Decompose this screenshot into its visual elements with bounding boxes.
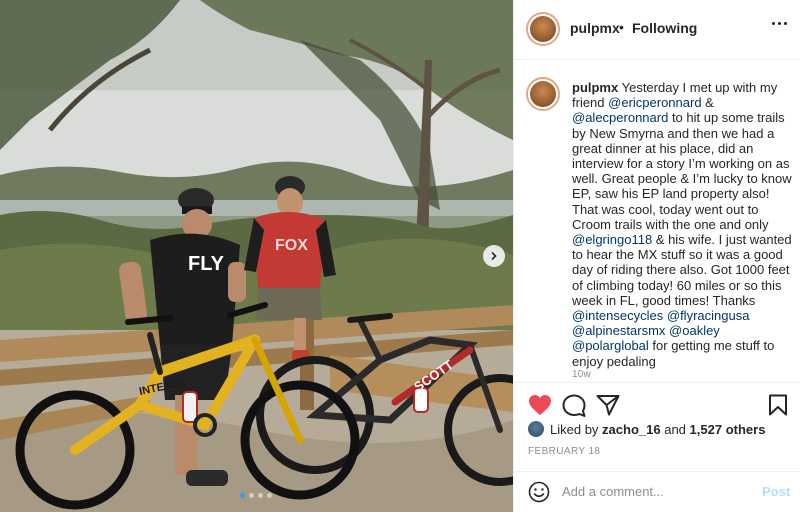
liked-by-prefix: Liked by bbox=[550, 421, 599, 437]
share-icon[interactable] bbox=[596, 394, 620, 416]
caption-segment: & bbox=[701, 95, 714, 111]
carousel-dot bbox=[267, 493, 272, 498]
carousel-dot bbox=[258, 493, 263, 498]
header-separator: • bbox=[619, 19, 624, 35]
photo-scene: FLY FOX SCOTT INTENSE bbox=[0, 0, 513, 512]
post-details-panel: pulpmx • Following pulpmx Yesterday I me… bbox=[513, 0, 800, 512]
carousel-dot bbox=[240, 493, 245, 498]
caption-mention[interactable]: @ericperonnard bbox=[608, 95, 701, 110]
heart-icon[interactable] bbox=[528, 394, 552, 416]
carousel-next-button[interactable] bbox=[483, 245, 505, 267]
shirt-right-text: FOX bbox=[275, 237, 308, 254]
action-section: Liked by zacho_16 and 1,527 others FEBRU… bbox=[514, 382, 800, 512]
carousel-dots bbox=[240, 493, 272, 498]
shirt-left-text: FLY bbox=[188, 253, 225, 275]
carousel-dot bbox=[249, 493, 254, 498]
post-header: pulpmx • Following bbox=[514, 0, 800, 60]
post-date: FEBRUARY 18 bbox=[528, 446, 601, 457]
likes-summary: Liked by zacho_16 and 1,527 others bbox=[528, 421, 765, 437]
bookmark-icon[interactable] bbox=[768, 394, 788, 416]
post-age: 10w bbox=[572, 369, 591, 380]
caption-segment: to hit up some trails by New Smyrna and … bbox=[572, 110, 792, 232]
emoji-icon[interactable] bbox=[528, 481, 550, 503]
caption-mention[interactable]: @alecperonnard bbox=[572, 110, 668, 125]
avatar[interactable] bbox=[526, 12, 560, 46]
caption-avatar[interactable] bbox=[526, 77, 560, 111]
caption-section: pulpmx Yesterday I met up with my friend… bbox=[514, 60, 800, 382]
comment-icon[interactable] bbox=[562, 394, 586, 417]
caption-text: pulpmx Yesterday I met up with my friend… bbox=[572, 80, 794, 369]
caption-username[interactable]: pulpmx bbox=[572, 80, 618, 95]
comment-bar: Add a comment... Post bbox=[514, 471, 800, 512]
caption-mention[interactable]: @elgringo118 bbox=[572, 232, 652, 247]
liked-by-count[interactable]: 1,527 others bbox=[690, 422, 766, 437]
caption-mention[interactable]: @alpinestarsmx bbox=[572, 323, 665, 338]
post-comment-button[interactable]: Post bbox=[762, 484, 790, 499]
caption-mention[interactable]: @intensecycles bbox=[572, 308, 663, 323]
liker-avatar[interactable] bbox=[528, 421, 544, 437]
comment-input[interactable]: Add a comment... bbox=[562, 484, 752, 499]
header-username[interactable]: pulpmx bbox=[570, 20, 620, 36]
caption-mention[interactable]: @oakley bbox=[669, 323, 720, 338]
caption-mention[interactable]: @polarglobal bbox=[572, 338, 649, 353]
caption-mention[interactable]: @flyracingusa bbox=[667, 308, 750, 323]
chevron-right-icon bbox=[491, 251, 497, 261]
more-options-icon[interactable] bbox=[772, 22, 787, 25]
following-button[interactable]: Following bbox=[632, 20, 697, 36]
liked-by-user[interactable]: zacho_16 bbox=[602, 422, 661, 437]
liked-by-and: and bbox=[664, 421, 686, 437]
post-photo[interactable]: FLY FOX SCOTT INTENSE bbox=[0, 0, 513, 512]
